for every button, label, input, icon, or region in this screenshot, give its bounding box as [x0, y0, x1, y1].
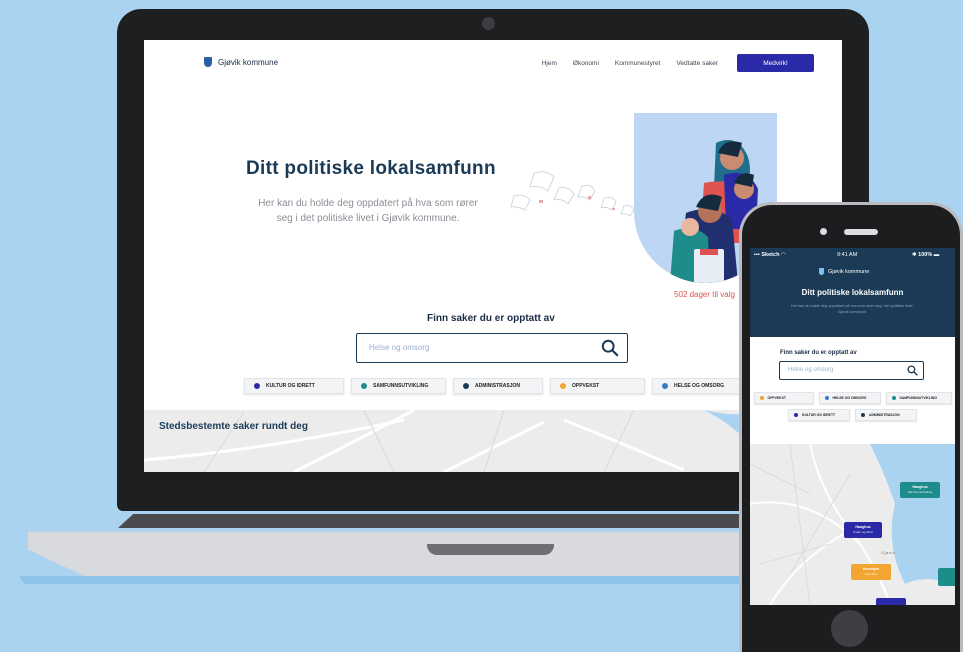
- chip-label: SAMFUNNSUTVIKLING: [373, 383, 429, 389]
- phone-speaker: [844, 229, 878, 235]
- chip-label: OPPVEKST: [572, 383, 600, 389]
- laptop-camera: [482, 17, 495, 30]
- status-bar: ▪▪▪ Sketch ◠ 9:41 AM ✱ 100% ▬: [750, 248, 955, 262]
- map-marker[interactable]: Haughus Samfunnsutvikling: [900, 482, 940, 498]
- phone-category-chip-education[interactable]: OPPVEKST: [753, 392, 814, 404]
- category-chip-administration[interactable]: ADMINISTRASJON: [453, 378, 543, 394]
- chip-label: HELSE OG OMSORG: [674, 383, 725, 389]
- category-filters: KULTUR OG IDRETT SAMFUNNSUTVIKLING ADMIN…: [244, 378, 747, 394]
- category-dot: [361, 383, 367, 389]
- chip-label: OPPVEKST: [767, 396, 786, 400]
- category-chip-culture[interactable]: KULTUR OG IDRETT: [244, 378, 344, 394]
- hero-subtitle: Her kan du holde deg oppdatert på hva so…: [258, 198, 478, 224]
- category-dot: [662, 383, 668, 389]
- phone-find-title: Finn saker du er opptatt av: [780, 350, 857, 356]
- phone-hero-subtitle: Her kan du holde deg oppdatert på hva so…: [790, 304, 915, 314]
- carrier: ▪▪▪ Sketch ◠: [754, 252, 786, 258]
- find-issues-title: Finn saker du er opptatt av: [427, 313, 555, 324]
- nav-item-council[interactable]: Kommunestyret: [615, 60, 661, 67]
- category-dot: [824, 396, 829, 400]
- phone-category-chip-health[interactable]: HELSE OG OMSORG: [818, 392, 881, 404]
- nav-item-economy[interactable]: Økonomi: [573, 60, 599, 67]
- coat-of-arms-icon: [204, 57, 212, 67]
- phone-hero-title: Ditt politiske lokalsamfunn: [801, 288, 904, 297]
- category-dot: [463, 383, 469, 389]
- issues-map[interactable]: [144, 410, 842, 472]
- nav-item-decisions[interactable]: Vedtatte saker: [676, 60, 718, 67]
- phone-search-input[interactable]: Helse og omsorg: [779, 361, 924, 380]
- category-dot: [891, 396, 896, 400]
- flying-papers-illustration: [510, 171, 635, 217]
- category-chip-education[interactable]: OPPVEKST: [550, 378, 645, 394]
- site-logo[interactable]: Gjøvik kommune: [204, 57, 278, 67]
- search-icon[interactable]: [601, 339, 619, 357]
- category-dot: [861, 413, 865, 417]
- map-marker[interactable]: [938, 568, 955, 586]
- phone-search-placeholder: Helse og omsorg: [788, 367, 834, 373]
- category-dot: [254, 383, 260, 389]
- phone-screen: ▪▪▪ Sketch ◠ 9:41 AM ✱ 100% ▬ Gjøvik kom…: [750, 248, 955, 605]
- phone-logo[interactable]: Gjøvik kommune: [819, 268, 869, 275]
- nav-item-home[interactable]: Hjem: [542, 60, 557, 67]
- phone-issues-map[interactable]: Gjøvik Haughus Samfunnsutvikling Haughus K…: [750, 444, 955, 605]
- laptop-notch: [427, 544, 554, 555]
- map-section-title: Stedsbestemte saker rundt deg: [159, 421, 308, 432]
- category-chip-health[interactable]: HELSE OG OMSORG: [652, 378, 747, 394]
- days-until-election: 502 dager til valg: [674, 290, 735, 299]
- chip-label: KULTUR OG IDRETT: [266, 383, 315, 389]
- category-dot: [759, 396, 764, 400]
- laptop-screen: Gjøvik kommune Hjem Økonomi Kommunestyre…: [144, 40, 842, 472]
- participate-button[interactable]: Medvirk!: [737, 54, 814, 72]
- phone-category-chip-administration[interactable]: ADMINISTRASJON: [855, 409, 917, 421]
- search-placeholder: Helse og omsorg: [369, 343, 430, 352]
- hero-title: Ditt politiske lokalsamfunn: [246, 158, 496, 179]
- chip-label: SAMFUNNSUTVIKLING: [899, 396, 937, 400]
- phone-brand-name: Gjøvik kommune: [828, 268, 870, 275]
- map-marker[interactable]: Haughus Kultur og idrett: [844, 522, 882, 538]
- map-place-label: Gjøvik: [881, 550, 896, 555]
- brand-name: Gjøvik kommune: [218, 57, 279, 67]
- category-dot: [794, 413, 798, 417]
- map-marker[interactable]: Hunnsjen Oppvekst: [851, 564, 891, 580]
- chip-label: ADMINISTRASJON: [475, 383, 521, 389]
- coat-of-arms-icon: [819, 268, 824, 275]
- main-nav: Hjem Økonomi Kommunestyret Vedtatte sake…: [542, 60, 718, 67]
- map-marker[interactable]: [876, 598, 906, 605]
- phone-camera: [820, 228, 827, 235]
- category-chip-community[interactable]: SAMFUNNSUTVIKLING: [351, 378, 446, 394]
- category-dot: [560, 383, 566, 389]
- chip-label: KULTUR OG IDRETT: [802, 413, 836, 417]
- phone-category-filters: OPPVEKST HELSE OG OMSORG SAMFUNNSUTVIKLI…: [752, 392, 953, 421]
- battery-level: ✱ 100% ▬: [912, 252, 940, 258]
- chip-label: ADMINISTRASJON: [869, 413, 900, 417]
- status-time: 9:41 AM: [837, 252, 858, 258]
- home-button[interactable]: [831, 610, 868, 647]
- phone-category-chip-community[interactable]: SAMFUNNSUTVIKLING: [885, 392, 952, 404]
- search-icon[interactable]: [907, 365, 918, 376]
- laptop-shadow: [20, 576, 750, 584]
- issue-search-input[interactable]: Helse og omsorg: [356, 333, 628, 363]
- phone-category-chip-culture[interactable]: KULTUR OG IDRETT: [788, 409, 850, 421]
- chip-label: HELSE OG OMSORG: [832, 396, 867, 400]
